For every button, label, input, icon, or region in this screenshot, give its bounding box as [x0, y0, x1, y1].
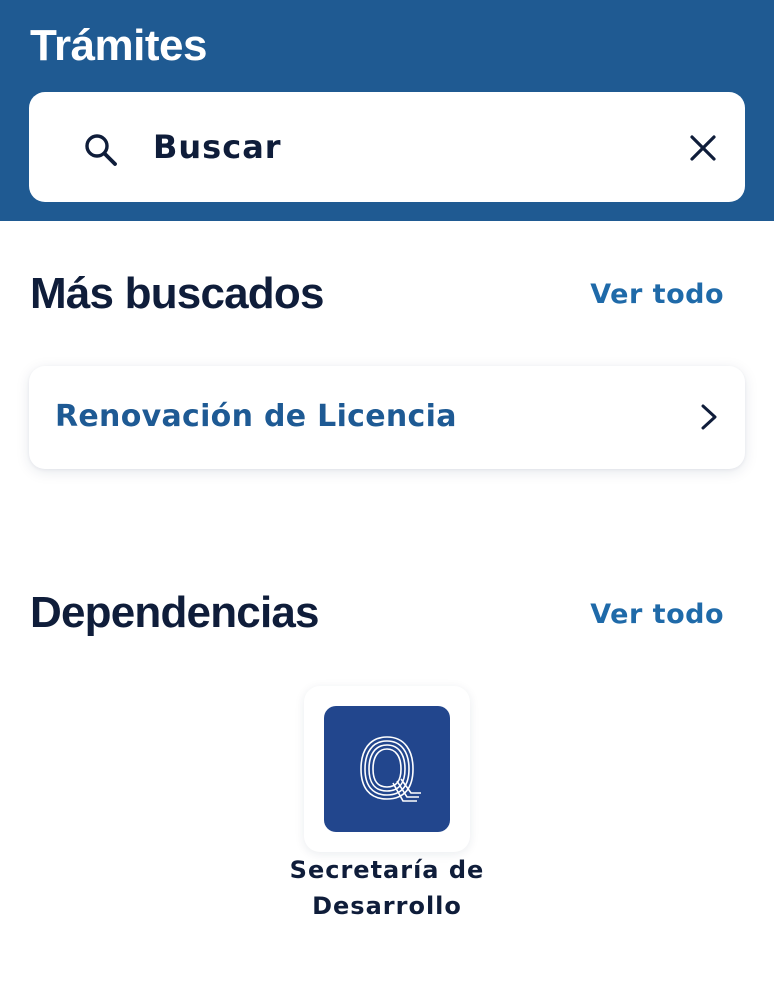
- search-icon: [85, 134, 117, 166]
- most-searched-item[interactable]: Renovación de Licencia: [29, 366, 745, 469]
- bottom-fade: [0, 932, 774, 1000]
- most-searched-item-label: Renovación de Licencia: [55, 399, 457, 434]
- dependency-logo: [324, 706, 450, 832]
- q-logo-icon: [360, 736, 421, 802]
- close-icon: [690, 135, 716, 161]
- chevron-right-icon: [701, 404, 717, 430]
- most-searched-see-all-link[interactable]: Ver todo: [590, 275, 724, 315]
- page-title: Trámites: [30, 21, 207, 70]
- dependencies-title: Dependencias: [30, 588, 320, 637]
- clear-search-button[interactable]: [683, 128, 723, 168]
- header-bar: Trámites: [0, 0, 774, 221]
- search-input[interactable]: [153, 117, 673, 177]
- most-searched-title: Más buscados: [30, 269, 324, 318]
- dependency-tile[interactable]: [304, 686, 470, 852]
- dependencies-see-all-link[interactable]: Ver todo: [590, 595, 724, 635]
- dependency-name[interactable]: Secretaría de Desarrollo: [287, 852, 487, 924]
- search-box[interactable]: [29, 92, 745, 202]
